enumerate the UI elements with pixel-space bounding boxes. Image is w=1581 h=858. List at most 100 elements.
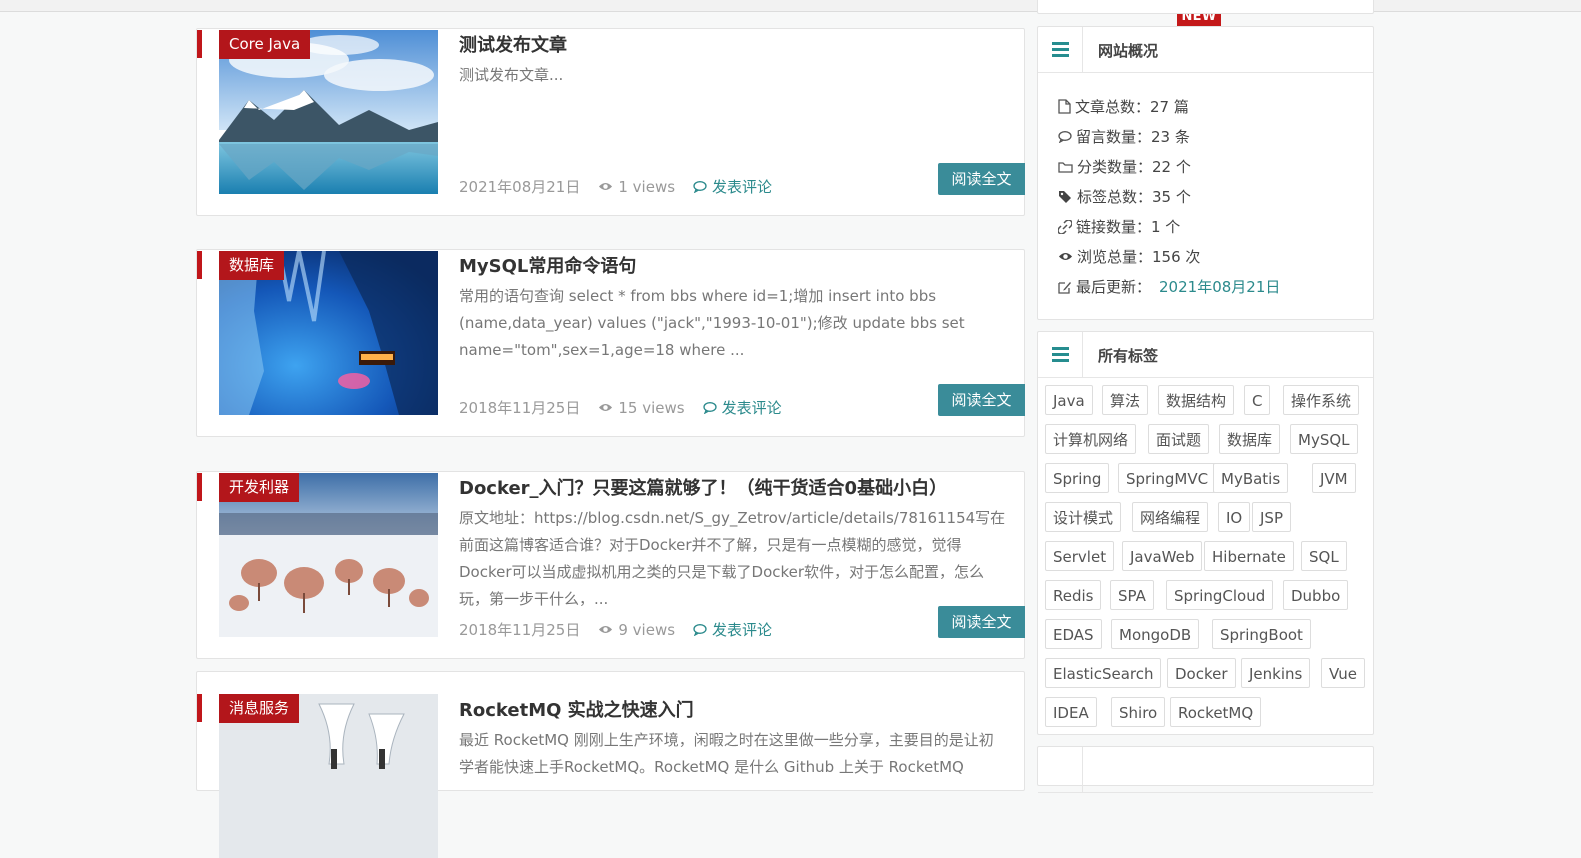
panel-header: 所有标签 bbox=[1038, 332, 1373, 378]
tag-item[interactable]: IO bbox=[1218, 502, 1251, 532]
post-marker bbox=[197, 251, 202, 279]
tag-item[interactable]: ElasticSearch bbox=[1045, 658, 1162, 688]
post-meta: 2018年11月25日 9 views 发表评论 bbox=[459, 619, 772, 640]
comment-icon bbox=[1058, 130, 1072, 143]
stat-comments: 留言数量：23 条 bbox=[1058, 126, 1190, 147]
stat-categories: 分类数量：22 个 bbox=[1058, 156, 1191, 177]
link-icon bbox=[1058, 219, 1072, 234]
post-excerpt: 最近 RocketMQ 刚刚上生产环境，闲暇之时在这里做一些分享，主要目的是让初… bbox=[459, 731, 994, 776]
tag-item[interactable]: Vue bbox=[1321, 658, 1365, 688]
eye-icon bbox=[599, 625, 613, 634]
folder-icon bbox=[1058, 161, 1073, 173]
post-card: 数据库 MySQL常用命令语句 常用的语句查询 select * from bb… bbox=[196, 249, 1025, 437]
tag-item[interactable]: EDAS bbox=[1045, 619, 1102, 649]
category-label[interactable]: 数据库 bbox=[219, 251, 285, 280]
menu-icon bbox=[1038, 27, 1083, 72]
category-label[interactable]: Core Java bbox=[219, 30, 311, 59]
tag-item[interactable]: Dubbo bbox=[1283, 580, 1349, 610]
read-more-button[interactable]: 阅读全文 bbox=[938, 163, 1025, 195]
post-thumbnail[interactable]: Core Java bbox=[219, 30, 438, 194]
tag-item[interactable]: Docker bbox=[1167, 658, 1236, 688]
post-card: Core Java 测试发布文章 测试发布文章... 2021年08月21日 1… bbox=[196, 28, 1025, 216]
stat-links: 链接数量：1 个 bbox=[1058, 216, 1180, 237]
tag-item[interactable]: 计算机网络 bbox=[1045, 424, 1137, 454]
read-more-button[interactable]: 阅读全文 bbox=[938, 606, 1025, 638]
post-marker bbox=[197, 473, 202, 501]
eye-icon bbox=[599, 403, 613, 412]
post-title[interactable]: 测试发布文章 bbox=[459, 31, 567, 57]
tag-item[interactable]: 设计模式 bbox=[1045, 502, 1122, 532]
post-marker bbox=[197, 30, 202, 58]
tag-item[interactable]: MySQL bbox=[1290, 424, 1358, 454]
tag-item[interactable]: Redis bbox=[1045, 580, 1102, 610]
panel-header: 网站概况 bbox=[1038, 27, 1373, 73]
post-marker bbox=[197, 694, 202, 722]
last-update-link[interactable]: 2021年08月21日 bbox=[1159, 276, 1280, 297]
tag-item[interactable]: 面试题 bbox=[1148, 424, 1210, 454]
comment-link[interactable]: 发表评论 bbox=[693, 176, 772, 197]
comment-link[interactable]: 发表评论 bbox=[702, 397, 782, 418]
tag-item[interactable]: JavaWeb bbox=[1122, 541, 1203, 571]
post-title[interactable]: MySQL常用命令语句 bbox=[459, 252, 636, 278]
comment-icon bbox=[693, 180, 707, 193]
tag-item[interactable]: RocketMQ bbox=[1170, 697, 1262, 727]
tag-item[interactable]: SpringCloud bbox=[1166, 580, 1274, 610]
views-count: 1 views bbox=[598, 178, 675, 196]
menu-icon bbox=[1038, 747, 1083, 792]
post-excerpt: 测试发布文章... bbox=[459, 66, 564, 84]
tag-item[interactable]: SpringMVC bbox=[1118, 463, 1217, 493]
category-label[interactable]: 消息服务 bbox=[219, 694, 300, 723]
post-excerpt: 原文地址：https://blog.csdn.net/S_gy_Zetrov/a… bbox=[459, 509, 1006, 608]
post-card: 开发利器 Docker_入门？只要这篇就够了！（纯干货适合0基础小白） 原文地址… bbox=[196, 471, 1025, 659]
category-label[interactable]: 开发利器 bbox=[219, 473, 300, 502]
edit-icon bbox=[1058, 281, 1071, 294]
post-title[interactable]: RocketMQ 实战之快速入门 bbox=[459, 696, 694, 722]
post-title[interactable]: Docker_入门？只要这篇就够了！（纯干货适合0基础小白） bbox=[459, 474, 947, 500]
stat-views: 浏览总量：156 次 bbox=[1058, 246, 1200, 267]
stat-tags: 标签总数：35 个 bbox=[1058, 186, 1191, 207]
tag-item[interactable]: SpringBoot bbox=[1212, 619, 1311, 649]
tag-item[interactable]: 数据结构 bbox=[1158, 385, 1235, 415]
views-count: 9 views bbox=[598, 621, 675, 639]
post-card: 消息服务 RocketMQ 实战之快速入门 最近 RocketMQ 刚刚上生产环… bbox=[196, 671, 1025, 858]
sidebar-panel-partial bbox=[1037, 746, 1374, 793]
tag-item[interactable]: MyBatis bbox=[1213, 463, 1289, 493]
stat-posts: 文章总数：27 篇 bbox=[1058, 96, 1189, 117]
tag-item[interactable]: 操作系统 bbox=[1283, 385, 1360, 415]
post-thumbnail[interactable]: 数据库 bbox=[219, 251, 438, 415]
tag-item[interactable]: MongoDB bbox=[1111, 619, 1200, 649]
tag-item[interactable]: Jenkins bbox=[1241, 658, 1311, 688]
tag-item[interactable]: 算法 bbox=[1102, 385, 1149, 415]
post-date: 2018年11月25日 bbox=[459, 621, 581, 639]
tag-item[interactable]: SPA bbox=[1110, 580, 1154, 610]
tag-item[interactable]: JSP bbox=[1252, 502, 1291, 532]
tag-item[interactable]: Java bbox=[1045, 385, 1093, 415]
post-thumbnail[interactable]: 消息服务 bbox=[219, 694, 438, 858]
tag-item[interactable]: Hibernate bbox=[1204, 541, 1294, 571]
comment-link[interactable]: 发表评论 bbox=[693, 619, 772, 640]
panel-title: 网站概况 bbox=[1098, 42, 1159, 60]
all-tags-panel: 所有标签 Java 算法 数据结构 C 操作系统 计算机网络 面试题 数据库 M… bbox=[1037, 331, 1374, 735]
post-thumbnail[interactable]: 开发利器 bbox=[219, 473, 438, 637]
eye-icon bbox=[599, 182, 613, 191]
stat-last-update: 最后更新： 2021年08月21日 bbox=[1058, 276, 1280, 297]
tag-item[interactable]: IDEA bbox=[1045, 697, 1097, 727]
post-meta: 2021年08月21日 1 views 发表评论 bbox=[459, 176, 772, 197]
eye-icon bbox=[1058, 252, 1073, 261]
tag-item[interactable]: JVM bbox=[1312, 463, 1356, 493]
tag-item[interactable]: SQL bbox=[1301, 541, 1347, 571]
sidebar-panel-partial bbox=[1037, 0, 1374, 14]
tags-icon bbox=[1059, 191, 1071, 203]
tag-item[interactable]: Servlet bbox=[1045, 541, 1115, 571]
views-count: 15 views bbox=[598, 399, 685, 417]
site-overview-panel: 网站概况 文章总数：27 篇 留言数量：23 条 分类数量：22 个 标签总数：… bbox=[1037, 26, 1374, 320]
tag-item[interactable]: C bbox=[1244, 385, 1271, 415]
tag-item[interactable]: Shiro bbox=[1111, 697, 1166, 727]
comment-icon bbox=[693, 623, 707, 636]
panel-title: 所有标签 bbox=[1098, 347, 1159, 365]
tag-item[interactable]: Spring bbox=[1045, 463, 1110, 493]
read-more-button[interactable]: 阅读全文 bbox=[938, 384, 1025, 416]
tag-item[interactable]: 数据库 bbox=[1219, 424, 1281, 454]
tag-item[interactable]: 网络编程 bbox=[1132, 502, 1209, 532]
post-excerpt: 常用的语句查询 select * from bbs where id=1;增加 … bbox=[459, 287, 965, 359]
